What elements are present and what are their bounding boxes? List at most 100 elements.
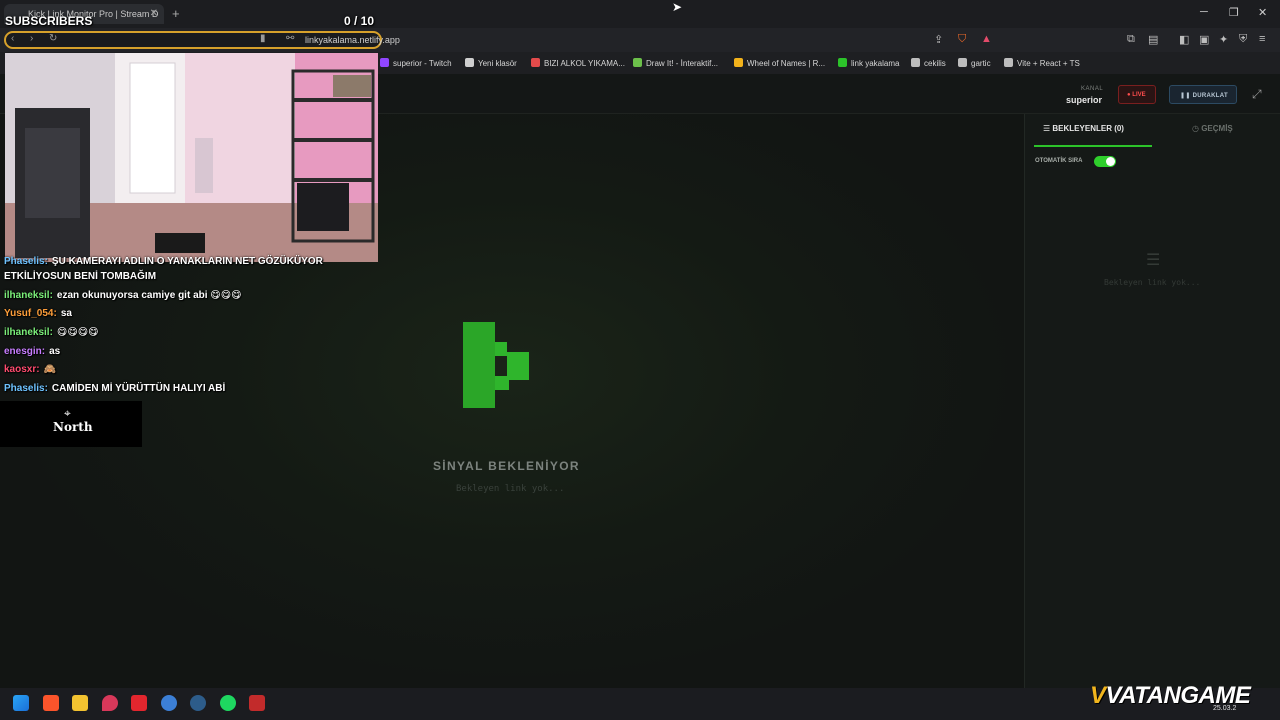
chat-text: ŞU KAMERAYI ADLIN O YANAKLARIN NET GÖZÜK…	[51, 256, 323, 267]
sidebar-toggle-icon[interactable]: ◧	[1179, 33, 1189, 46]
clock-icon: ◷	[1192, 124, 1202, 133]
url-text[interactable]: linkyakalama.netlify.app	[305, 35, 400, 45]
chat-username: ilhaneksil:	[4, 290, 53, 301]
kanal-label: KANAL	[1081, 86, 1104, 92]
spotify-icon[interactable]	[220, 695, 236, 711]
bookmark-label: superior - Twitch	[393, 59, 452, 68]
bookmark-favicon-icon	[838, 58, 847, 67]
webcam-scene	[5, 53, 378, 262]
reload-icon[interactable]: ↻	[49, 33, 57, 44]
browser-tab-bar	[0, 0, 1280, 28]
chat-username: enesgin:	[4, 346, 46, 357]
site-info-icon[interactable]: ⚯	[286, 33, 294, 44]
bookmark-item[interactable]: BIZI ALKOL YIKAMA...	[531, 58, 625, 68]
wallet-icon[interactable]: ▣	[1199, 33, 1209, 46]
mouse-cursor-icon: ➤	[672, 0, 683, 14]
auto-queue-label: OTOMATİK SIRA	[1035, 158, 1083, 164]
bookmark-item[interactable]: Draw It! - İnteraktif...	[633, 58, 718, 68]
pause-icon: ❚❚	[1180, 93, 1193, 99]
chat-username: Yusuf_054:	[4, 308, 57, 319]
tab-history-label: GEÇMİŞ	[1201, 124, 1233, 133]
chat-text: 🙈	[43, 364, 57, 375]
tab-history[interactable]: ◷ GEÇMİŞ	[1192, 124, 1233, 133]
bookmark-favicon-icon	[911, 58, 920, 67]
reader-icon[interactable]: ▤	[1148, 33, 1158, 46]
bookmark-favicon-icon	[958, 58, 967, 67]
back-icon[interactable]: ‹	[11, 33, 14, 44]
rewards-icon[interactable]: ▲	[981, 33, 992, 45]
subscribers-label: SUBSCRIBERS	[5, 14, 93, 28]
bookmark-item[interactable]: Vite + React + TS	[1004, 58, 1080, 68]
kick-logo-icon	[463, 322, 529, 408]
bookmark-item[interactable]: link yakalama	[838, 58, 899, 68]
signal-subtitle: Bekleyen link yok...	[456, 484, 565, 494]
forward-icon[interactable]: ›	[30, 33, 33, 44]
chat-text: 😋😋😋😋	[56, 327, 99, 338]
live-button[interactable]: ● LIVE	[1118, 85, 1156, 104]
active-tab-indicator	[1034, 145, 1152, 147]
minimize-icon[interactable]: ─	[1200, 6, 1208, 18]
chat-text: ETKİLİYOSUN BENİ TOMBAĞIM	[4, 271, 157, 282]
pause-button[interactable]: ❚❚ DURAKLAT	[1169, 85, 1237, 104]
list-icon: ☰	[1043, 124, 1053, 133]
chat-username: ilhaneksil:	[4, 327, 53, 338]
queue-sidebar	[1024, 114, 1280, 688]
crosshair-icon: ⌖	[64, 406, 71, 420]
auto-queue-toggle[interactable]	[1094, 156, 1116, 167]
bookmark-icon[interactable]: ▮	[260, 33, 266, 44]
bookmark-item[interactable]: cekilis	[911, 58, 946, 68]
empty-queue-text: Bekleyen link yok...	[1104, 278, 1201, 287]
chat-message: Phaselis: CAMİDEN Mİ YÜRÜTTÜN HALIYI ABİ	[4, 383, 225, 394]
brave-shield-icon[interactable]: ⛉	[958, 33, 966, 46]
bookmark-favicon-icon	[1004, 58, 1013, 67]
explorer-icon[interactable]	[72, 695, 88, 711]
bookmark-item[interactable]: Wheel of Names | R...	[734, 58, 825, 68]
tab-close-icon[interactable]: ✕	[150, 8, 158, 19]
chat-message: ilhaneksil: ezan okunuyorsa camiye git ab…	[4, 290, 242, 301]
new-tab-icon[interactable]: +	[172, 6, 180, 21]
share-icon[interactable]: ⇪	[934, 33, 943, 46]
live-label: LIVE	[1132, 92, 1146, 98]
toggle-knob	[1106, 157, 1115, 166]
app-icon[interactable]	[161, 695, 177, 711]
maximize-icon[interactable]: ❐	[1229, 6, 1239, 19]
vpn-icon[interactable]: ⛨	[1239, 33, 1247, 46]
menu-icon[interactable]: ≡	[1259, 33, 1265, 45]
extensions-icon[interactable]: ⧉	[1127, 33, 1135, 46]
bookmark-label: BIZI ALKOL YIKAMA...	[544, 59, 625, 68]
riot-icon[interactable]	[131, 695, 147, 711]
leo-icon[interactable]: ✦	[1219, 33, 1228, 46]
sponsor-name: North	[53, 420, 93, 434]
chat-username: Phaselis:	[4, 383, 48, 394]
bookmark-favicon-icon	[380, 58, 389, 67]
chat-text: as	[49, 346, 61, 357]
bookmark-label: Wheel of Names | R...	[747, 59, 826, 68]
bookmark-label: Yeni klasör	[478, 59, 517, 68]
bookmark-item[interactable]: superior - Twitch	[380, 58, 452, 68]
steam-icon[interactable]	[190, 695, 206, 711]
chat-username: kaosxr:	[4, 364, 40, 375]
bookmark-item[interactable]: gartic	[958, 58, 991, 68]
chat-message: Phaselis: ŞU KAMERAYI ADLIN O YANAKLARIN …	[4, 256, 323, 267]
bookmark-label: link yakalama	[851, 59, 900, 68]
chat-text: ezan okunuyorsa camiye git abi 😋😋😋	[56, 290, 242, 301]
close-window-icon[interactable]: ✕	[1258, 6, 1267, 19]
bookmark-label: gartic	[971, 59, 991, 68]
clock-date: 25.03.2	[1213, 705, 1237, 712]
chat-text: sa	[60, 308, 72, 319]
chat-message: Yusuf_054: sa	[4, 308, 72, 319]
popout-icon[interactable]: ⤢	[1252, 87, 1262, 102]
brave-taskbar-icon[interactable]	[43, 695, 59, 711]
bookmark-label: Vite + React + TS	[1017, 59, 1080, 68]
bookmark-label: cekilis	[924, 59, 946, 68]
valorant-icon[interactable]	[102, 695, 118, 711]
start-icon[interactable]	[13, 695, 29, 711]
chat-message: enesgin: as	[4, 346, 60, 357]
bookmark-item[interactable]: Yeni klasör	[465, 58, 517, 68]
tab-waiting-label: BEKLEYENLER (0)	[1052, 124, 1124, 133]
voicemeeter-icon[interactable]	[249, 695, 265, 711]
tab-waiting[interactable]: ☰ BEKLEYENLER (0)	[1043, 124, 1124, 133]
bookmark-favicon-icon	[531, 58, 540, 67]
signal-title: SİNYAL BEKLENİYOR	[433, 459, 580, 473]
webcam-overlay	[5, 53, 378, 262]
